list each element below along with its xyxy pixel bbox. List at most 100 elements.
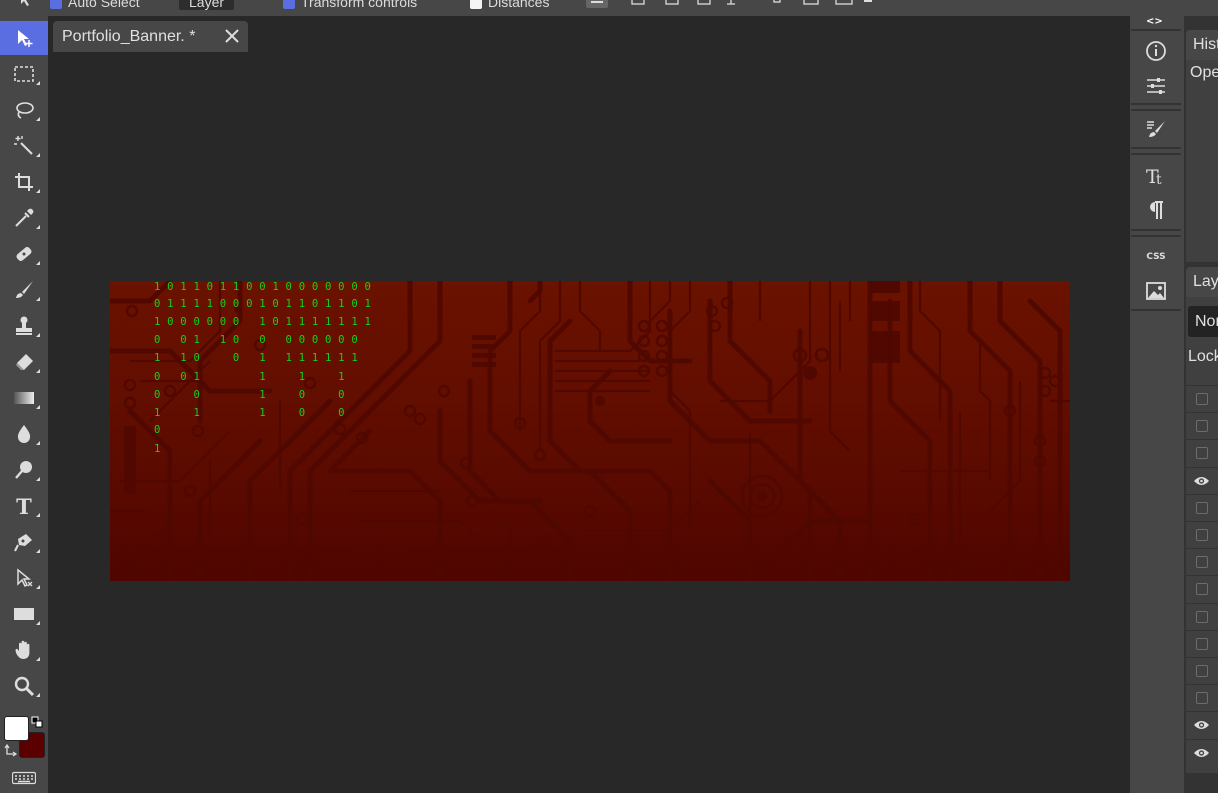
layer-row[interactable] (1186, 629, 1218, 657)
lasso-icon (16, 102, 34, 119)
lasso-tool-button[interactable] (4, 93, 44, 127)
swap-colors-icon[interactable] (4, 744, 18, 758)
auto-select-checkbox[interactable]: Auto Select (50, 0, 140, 10)
foreground-color-swatch[interactable] (4, 716, 29, 741)
document-canvas[interactable]: 1 0 1 1 0 1 1 0 0 1 0 0 0 0 0 0 0 0 1 1 … (110, 281, 1070, 581)
layer-row[interactable] (1186, 711, 1218, 739)
image-icon (1146, 282, 1166, 300)
blend-mode-dropdown[interactable]: Normal (1188, 306, 1218, 337)
brush-tool-button[interactable] (4, 273, 44, 307)
visibility-toggle-box[interactable] (1196, 420, 1208, 433)
layer-row[interactable] (1186, 548, 1218, 576)
pen-tool-button[interactable] (4, 525, 44, 559)
collapse-panels-toggle[interactable]: <> (1146, 16, 1163, 27)
brush-icon (16, 281, 33, 298)
visibility-toggle-box[interactable] (1196, 610, 1208, 623)
svg-text:t: t (1156, 172, 1162, 186)
visibility-toggle-box[interactable] (1196, 447, 1208, 460)
layer-row[interactable] (1186, 439, 1218, 467)
css-button[interactable]: CSS (1131, 239, 1181, 275)
layer-row[interactable] (1186, 466, 1218, 494)
visibility-eye-icon[interactable] (1194, 747, 1210, 759)
type-icon: T (16, 495, 32, 517)
brush-settings-icon (1147, 121, 1165, 137)
hand-icon (15, 640, 30, 659)
layer-row[interactable] (1186, 521, 1218, 548)
history-panel-tab[interactable]: History (1186, 30, 1218, 60)
info-button[interactable] (1131, 33, 1181, 69)
rectangle-icon (14, 608, 34, 620)
clone-stamp-tool-button[interactable] (4, 309, 44, 343)
layer-row[interactable] (1186, 412, 1218, 440)
eyedropper-tool-button[interactable] (4, 201, 44, 235)
move-tool-indicator-icon (18, 0, 38, 13)
layer-row[interactable] (1186, 602, 1218, 630)
visibility-eye-icon[interactable] (1194, 475, 1210, 487)
layer-row[interactable] (1186, 684, 1218, 712)
distances-checkbox[interactable]: Distances (470, 0, 549, 10)
layer-row[interactable] (1186, 657, 1218, 684)
visibility-toggle-box[interactable] (1196, 637, 1208, 650)
visibility-toggle-box[interactable] (1196, 692, 1208, 705)
history-panel-body: Open (1186, 60, 1218, 262)
binary-row: 1 1 0 0 1 1 1 1 1 1 1 (154, 352, 358, 364)
visibility-toggle-box[interactable] (1196, 556, 1208, 569)
path-select-tool-button[interactable] (4, 561, 44, 595)
gradient-icon (14, 392, 34, 404)
document-tab[interactable]: Portfolio_Banner. * (53, 21, 248, 52)
photo-editor-app: Auto Select Layer Transform controls Dis… (0, 0, 1218, 793)
right-strip-group-1 (1131, 29, 1181, 105)
marquee-tool-button[interactable] (4, 57, 44, 91)
blur-tool-button[interactable] (4, 417, 44, 451)
magic-wand-icon (14, 136, 33, 155)
transform-controls-checkbox[interactable]: Transform controls (283, 0, 417, 10)
binary-row: 1 0 1 1 0 1 1 0 0 1 0 0 0 0 0 0 0 (154, 281, 372, 293)
binary-row: 0 0 1 0 0 (154, 389, 345, 401)
layer-row[interactable] (1186, 493, 1218, 521)
color-swatches (4, 716, 46, 760)
zoom-tool-button[interactable] (4, 669, 44, 703)
bandage-icon (16, 247, 32, 261)
lock-label: Lock: (1188, 348, 1218, 365)
character-button[interactable]: Tt (1131, 157, 1181, 193)
stamp-icon (16, 316, 32, 335)
default-colors-icon[interactable] (30, 716, 44, 730)
type-tool-button[interactable]: T (4, 489, 44, 523)
drop-icon (17, 425, 31, 443)
paragraph-button[interactable] (1131, 192, 1181, 228)
magic-wand-tool-button[interactable] (4, 129, 44, 163)
eraser-tool-button[interactable] (4, 345, 44, 379)
layer-row[interactable] (1186, 738, 1218, 766)
crop-tool-button[interactable] (4, 165, 44, 199)
layer-select-value: Layer (179, 0, 235, 10)
visibility-toggle-box[interactable] (1196, 665, 1208, 677)
right-strip-group-4: CSS (1131, 235, 1181, 311)
rectangle-tool-button[interactable] (4, 597, 44, 631)
layer-row[interactable] (1186, 385, 1218, 412)
visibility-toggle-box[interactable] (1196, 393, 1208, 405)
history-item-open[interactable]: Open (1190, 64, 1218, 82)
character-icon: Tt (1146, 166, 1162, 186)
visibility-toggle-box[interactable] (1196, 529, 1208, 541)
auto-select-label: Auto Select (68, 0, 140, 10)
move-tool-button[interactable] (0, 21, 48, 55)
healing-brush-tool-button[interactable] (4, 237, 44, 271)
visibility-eye-icon[interactable] (1194, 719, 1210, 731)
options-bar: Auto Select Layer Transform controls Dis… (0, 0, 1218, 16)
move-icon (18, 30, 33, 47)
keyboard-icon[interactable] (12, 770, 36, 786)
brush-settings-button[interactable] (1131, 111, 1181, 147)
close-tab-icon[interactable] (224, 28, 240, 44)
hand-tool-button[interactable] (4, 633, 44, 667)
layers-panel-tab[interactable]: Layers (1186, 267, 1218, 297)
visibility-toggle-box[interactable] (1196, 501, 1208, 514)
layer-row[interactable] (1186, 575, 1218, 603)
adjustments-button[interactable] (1131, 68, 1181, 104)
right-strip-group-3: Tt (1131, 153, 1181, 231)
image-button[interactable] (1131, 273, 1181, 309)
modified-marker: * (189, 27, 196, 45)
dodge-tool-button[interactable] (4, 453, 44, 487)
layer-select-dropdown[interactable]: Layer (179, 0, 235, 10)
visibility-toggle-box[interactable] (1196, 583, 1208, 596)
gradient-tool-button[interactable] (4, 381, 44, 415)
